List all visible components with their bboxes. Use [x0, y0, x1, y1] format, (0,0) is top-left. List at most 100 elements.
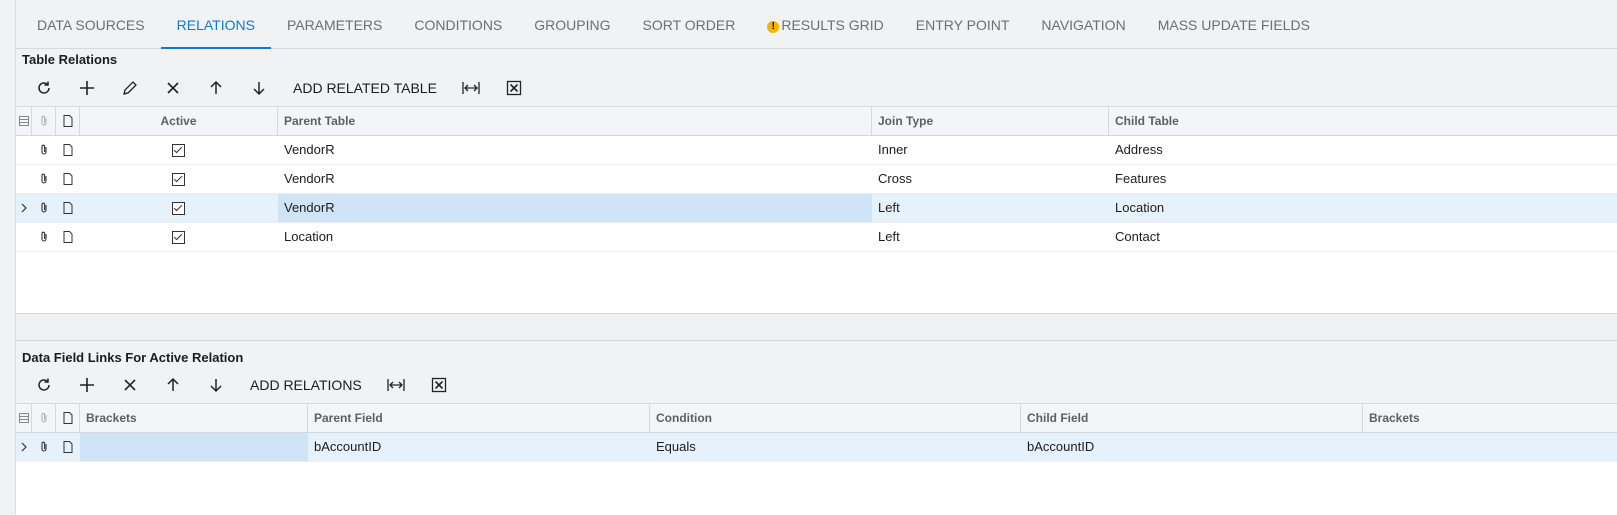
refresh-button[interactable]: [22, 72, 65, 104]
table-row[interactable]: Location Left Contact: [16, 223, 1617, 252]
add-related-table-button[interactable]: ADD RELATED TABLE: [280, 72, 450, 104]
tab-data-sources[interactable]: DATA SOURCES: [16, 2, 161, 48]
tab-label: RESULTS GRID: [781, 17, 884, 33]
active-checkbox[interactable]: [172, 173, 185, 187]
col-child-field-header[interactable]: Child Field: [1021, 404, 1363, 432]
active-checkbox[interactable]: [172, 144, 185, 158]
row-files[interactable]: [32, 223, 56, 251]
child-table-cell[interactable]: Contact: [1109, 223, 1617, 251]
arrow-up-icon: [166, 377, 179, 391]
child-table-cell[interactable]: Location: [1109, 194, 1617, 222]
edit-icon: [122, 81, 137, 95]
tab-label: PARAMETERS: [286, 17, 383, 33]
col-brackets-open-header[interactable]: Brackets: [80, 404, 308, 432]
col-join-type-header[interactable]: Join Type: [872, 107, 1109, 135]
active-checkbox[interactable]: [172, 202, 185, 216]
condition-cell[interactable]: Equals: [650, 433, 1021, 461]
row-pointer[interactable]: [16, 194, 32, 222]
delete-row-button[interactable]: [151, 72, 194, 104]
row-notes[interactable]: [56, 136, 80, 164]
note-icon: [63, 144, 72, 156]
fit-columns-icon: [387, 379, 405, 391]
child-table-cell[interactable]: Address: [1109, 136, 1617, 164]
attachment-icon: [41, 412, 46, 423]
add-row-button[interactable]: [65, 72, 108, 104]
splitter[interactable]: [16, 313, 1617, 341]
links-move-down-button[interactable]: [194, 369, 237, 401]
tab-results-grid[interactable]: ! RESULTS GRID: [751, 2, 899, 48]
row-pointer[interactable]: [16, 136, 32, 164]
table-row[interactable]: bAccountID Equals bAccountID: [16, 433, 1617, 462]
row-pointer[interactable]: [16, 223, 32, 251]
tab-mass-update-fields[interactable]: MASS UPDATE FIELDS: [1142, 2, 1326, 48]
row-files[interactable]: [32, 433, 56, 461]
tab-entry-point[interactable]: ENTRY POINT: [900, 2, 1026, 48]
col-brackets-close-header[interactable]: Brackets: [1363, 404, 1617, 432]
row-selector-header[interactable]: [16, 107, 32, 135]
notes-header: [56, 107, 80, 135]
parent-table-cell[interactable]: VendorR: [278, 165, 872, 193]
table-row[interactable]: VendorR Cross Features: [16, 165, 1617, 194]
col-parent-table-header[interactable]: Parent Table: [278, 107, 872, 135]
refresh-icon: [37, 378, 50, 391]
join-type-cell[interactable]: Left: [872, 223, 1109, 251]
row-pointer[interactable]: [16, 165, 32, 193]
parent-table-cell[interactable]: VendorR: [278, 194, 872, 222]
child-field-cell[interactable]: bAccountID: [1021, 433, 1363, 461]
links-refresh-button[interactable]: [22, 369, 65, 401]
links-toolbar: ADD RELATIONS: [22, 369, 461, 401]
parent-table-cell[interactable]: VendorR: [278, 136, 872, 164]
tab-grouping[interactable]: GROUPING: [518, 2, 626, 48]
table-row[interactable]: VendorR Inner Address: [16, 136, 1617, 165]
attachment-icon: [40, 202, 47, 213]
fit-columns-button[interactable]: [450, 72, 493, 104]
tab-label: ENTRY POINT: [915, 17, 1010, 33]
table-row[interactable]: VendorR Left Location: [16, 194, 1617, 223]
links-row-selector-header[interactable]: [16, 404, 32, 432]
join-type-cell[interactable]: Left: [872, 194, 1109, 222]
tab-sort-order[interactable]: SORT ORDER: [627, 2, 752, 48]
data-field-links-title: Data Field Links For Active Relation: [22, 350, 244, 365]
tab-navigation[interactable]: NAVIGATION: [1025, 2, 1141, 48]
move-down-button[interactable]: [237, 72, 280, 104]
col-active-header[interactable]: Active: [80, 107, 278, 135]
active-checkbox-cell: [80, 165, 278, 193]
child-table-cell[interactable]: Features: [1109, 165, 1617, 193]
row-notes[interactable]: [56, 194, 80, 222]
links-move-up-button[interactable]: [151, 369, 194, 401]
edit-button[interactable]: [108, 72, 151, 104]
add-icon: [79, 81, 94, 95]
col-child-table-header[interactable]: Child Table: [1109, 107, 1617, 135]
attachment-icon: [40, 441, 47, 452]
parent-field-cell[interactable]: bAccountID: [308, 433, 650, 461]
add-relations-button[interactable]: ADD RELATIONS: [237, 369, 375, 401]
note-icon: [63, 173, 72, 185]
move-up-button[interactable]: [194, 72, 237, 104]
brackets-open-cell[interactable]: [80, 433, 308, 461]
row-files[interactable]: [32, 165, 56, 193]
active-checkbox[interactable]: [172, 231, 185, 245]
row-notes[interactable]: [56, 223, 80, 251]
join-type-cell[interactable]: Cross: [872, 165, 1109, 193]
col-condition-header[interactable]: Condition: [650, 404, 1021, 432]
attachment-icon: [40, 144, 47, 155]
tab-parameters[interactable]: PARAMETERS: [271, 2, 398, 48]
links-delete-row-button[interactable]: [108, 369, 151, 401]
row-notes[interactable]: [56, 433, 80, 461]
col-parent-field-header[interactable]: Parent Field: [308, 404, 650, 432]
row-files[interactable]: [32, 194, 56, 222]
row-pointer[interactable]: [16, 433, 32, 461]
parent-table-cell[interactable]: Location: [278, 223, 872, 251]
join-type-cell[interactable]: Inner: [872, 136, 1109, 164]
row-files[interactable]: [32, 136, 56, 164]
tab-conditions[interactable]: CONDITIONS: [398, 2, 518, 48]
links-export-excel-button[interactable]: [418, 369, 461, 401]
links-add-row-button[interactable]: [65, 369, 108, 401]
row-notes[interactable]: [56, 165, 80, 193]
relations-header-row: Active Parent Table Join Type Child Tabl…: [16, 107, 1617, 136]
brackets-close-cell[interactable]: [1363, 433, 1617, 461]
tab-relations[interactable]: RELATIONS: [160, 2, 272, 49]
note-icon: [63, 231, 72, 243]
links-fit-columns-button[interactable]: [375, 369, 418, 401]
export-excel-button[interactable]: [493, 72, 536, 104]
